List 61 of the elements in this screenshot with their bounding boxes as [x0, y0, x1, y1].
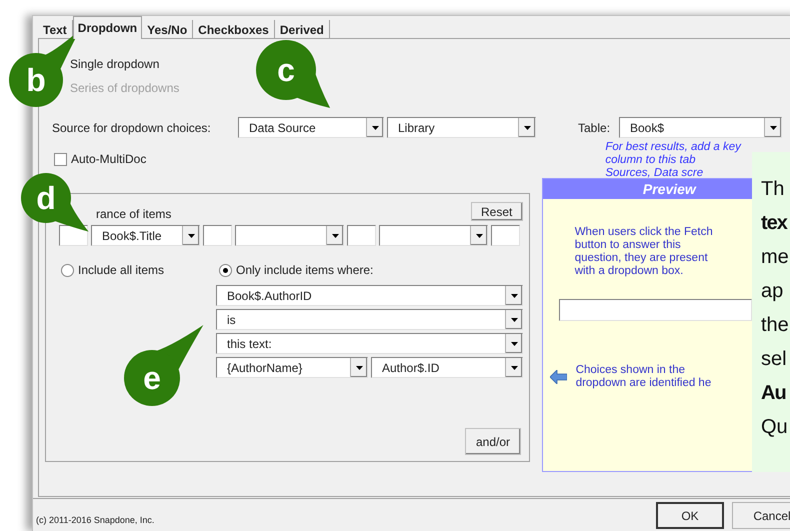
- hint-text: Sources, Data scre: [605, 167, 704, 180]
- left-arrow-icon: [550, 370, 567, 384]
- caret-icon: [188, 234, 194, 238]
- note-text: me: [761, 245, 789, 270]
- preview-text: When users click the Fetch: [574, 226, 713, 239]
- caret-icon: [510, 342, 518, 346]
- group-label: rance of items: [96, 206, 172, 223]
- text-field[interactable]: [347, 225, 376, 246]
- dialog-button[interactable]: OK: [656, 502, 724, 529]
- preview-text: button to answer this: [574, 239, 681, 252]
- and-or-button[interactable]: and/or: [465, 428, 521, 455]
- callout-marker: b: [9, 53, 63, 107]
- preview-text: with a dropdown box.: [574, 265, 684, 278]
- radio-label[interactable]: Only include items where:: [236, 261, 374, 279]
- text-field[interactable]: [59, 225, 88, 246]
- caret-icon: [372, 126, 378, 130]
- copyright-text: (c) 2011-2016 Snapdone, Inc.: [36, 514, 154, 527]
- dropdown[interactable]: Book$.AuthorID: [216, 285, 523, 306]
- dropdown[interactable]: Author$.ID: [371, 357, 523, 378]
- radio-button[interactable]: [61, 264, 74, 276]
- preview-text: Choices shown in the: [576, 364, 685, 377]
- tab[interactable]: Dropdown: [72, 16, 142, 39]
- dropdown[interactable]: [235, 225, 344, 246]
- hint-text: column to this tab: [605, 154, 696, 167]
- note-text: tex: [761, 211, 787, 236]
- checkbox[interactable]: Auto-MultiDoc: [54, 150, 146, 168]
- caret-icon: [510, 366, 518, 370]
- note-text: Qu: [761, 415, 788, 440]
- caret-icon: [510, 294, 518, 298]
- dropdown[interactable]: Book$.Title: [91, 225, 200, 246]
- dropdown[interactable]: Data Source: [238, 117, 384, 138]
- dropdown[interactable]: Library: [387, 117, 536, 138]
- dropdown[interactable]: is: [216, 309, 523, 330]
- radio-label[interactable]: Single dropdown: [70, 57, 160, 72]
- field-label: Source for dropdown choices:: [52, 120, 212, 136]
- dropdown[interactable]: this text:: [216, 333, 523, 354]
- field-label: Table:: [578, 120, 612, 136]
- text-field[interactable]: [491, 225, 520, 246]
- note-text: Th: [761, 177, 784, 202]
- radio-label[interactable]: Include all items: [78, 261, 164, 279]
- note-text: Au: [761, 381, 786, 406]
- hint-text: For best results, add a key: [605, 141, 741, 154]
- dialog-button[interactable]: Cancel: [732, 502, 790, 529]
- caret-icon: [524, 126, 530, 130]
- caret-icon: [476, 234, 482, 238]
- reset-button[interactable]: Reset: [470, 202, 523, 220]
- dropdown[interactable]: Book$: [619, 117, 782, 138]
- preview-field[interactable]: [558, 299, 752, 321]
- preview-text: dropdown are identified he: [576, 377, 712, 390]
- caret-icon: [332, 234, 338, 238]
- note-text: ap: [761, 279, 784, 304]
- note-text: sel: [761, 347, 787, 372]
- dropdown[interactable]: {AuthorName}: [216, 357, 368, 378]
- note-text: the: [761, 313, 789, 338]
- text-field[interactable]: [203, 225, 232, 246]
- caret-icon: [510, 318, 518, 322]
- radio-button[interactable]: [219, 264, 232, 276]
- dropdown[interactable]: [379, 225, 488, 246]
- preview-text: question, they are present: [574, 252, 708, 265]
- caret-icon: [770, 126, 776, 130]
- caret-icon: [356, 366, 362, 370]
